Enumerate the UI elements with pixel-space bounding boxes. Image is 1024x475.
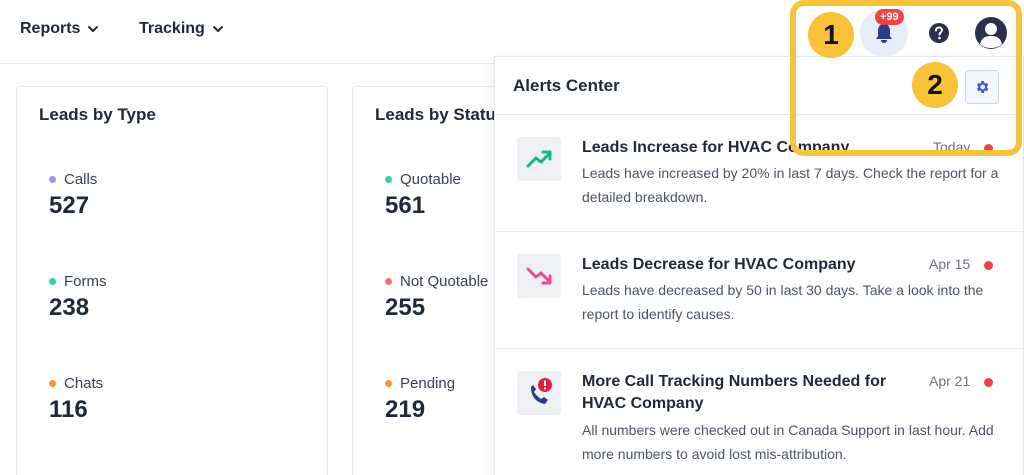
alert-body: Leads have increased by 20% in last 7 da… xyxy=(582,165,999,205)
stat-label: Not Quotable xyxy=(400,273,489,290)
alert-body: All numbers were checked out in Canada S… xyxy=(582,422,994,462)
user-avatar-icon xyxy=(975,17,1007,49)
alerts-title: Alerts Center xyxy=(513,76,620,95)
alert-date: Today xyxy=(933,139,971,155)
chevron-down-icon xyxy=(212,26,223,32)
stat-not-quotable: Not Quotable 255 xyxy=(385,273,488,322)
stat-quotable: Quotable 561 xyxy=(385,171,461,220)
forms-dot xyxy=(49,278,56,285)
alert-date: Apr 15 xyxy=(929,256,971,272)
alert-item[interactable]: Leads Increase for HVAC Company Today Le… xyxy=(495,115,1024,232)
stat-label: Forms xyxy=(64,273,107,290)
unread-dot xyxy=(984,261,993,270)
stat-value: 116 xyxy=(49,396,88,423)
alert-settings-button[interactable] xyxy=(965,70,999,104)
chats-dot xyxy=(49,380,56,387)
alert-item[interactable]: More Call Tracking Numbers Needed for HV… xyxy=(495,349,1024,475)
notification-badge: +99 xyxy=(875,9,904,25)
stat-label: Pending xyxy=(400,375,456,392)
stat-value: 238 xyxy=(49,294,90,321)
stat-label: Calls xyxy=(64,171,98,188)
alert-item[interactable]: Leads Decrease for HVAC Company Apr 15 L… xyxy=(495,232,1024,349)
alert-title: Leads Decrease for HVAC Company xyxy=(582,256,856,273)
not-quotable-dot xyxy=(385,278,392,285)
nav-tracking-menu[interactable]: Tracking xyxy=(139,20,225,38)
trending-up-icon xyxy=(517,137,561,181)
profile-button[interactable] xyxy=(972,14,1010,52)
card-title: Leads by Type xyxy=(39,105,156,124)
unread-dot xyxy=(984,378,993,387)
callout-2: 2 xyxy=(912,62,958,108)
stat-label: Quotable xyxy=(400,171,461,188)
stat-calls: Calls 527 xyxy=(49,171,97,220)
stat-chats: Chats 116 xyxy=(49,375,103,424)
unread-dot xyxy=(984,144,993,153)
alert-title: More Call Tracking Numbers Needed for HV… xyxy=(582,373,887,412)
alert-body: Leads have decreased by 50 in last 30 da… xyxy=(582,282,984,322)
phone-alert-icon xyxy=(517,371,561,415)
stat-value: 255 xyxy=(385,294,426,321)
card-title: Leads by Status xyxy=(375,105,506,124)
quotable-dot xyxy=(385,176,392,183)
alerts-center-panel: Alerts Center Leads Increase for HVAC Co… xyxy=(494,56,1024,475)
leads-by-type-card: Leads by Type Calls 527 Forms 238 Chats … xyxy=(16,86,328,475)
trending-down-icon xyxy=(517,254,561,298)
stat-value: 561 xyxy=(385,192,426,219)
chevron-down-icon xyxy=(88,26,99,32)
callout-1: 1 xyxy=(808,12,854,58)
nav-reports-label: Reports xyxy=(20,20,81,37)
stat-value: 219 xyxy=(385,396,426,423)
pending-dot xyxy=(385,380,392,387)
nav-reports-menu[interactable]: Reports xyxy=(20,20,100,38)
gear-icon xyxy=(977,81,989,93)
stat-pending: Pending 219 xyxy=(385,375,455,424)
help-button[interactable] xyxy=(924,18,954,48)
stat-label: Chats xyxy=(64,375,104,392)
bell-icon xyxy=(876,24,892,43)
help-icon xyxy=(929,23,949,43)
stat-value: 527 xyxy=(49,192,90,219)
alert-title: Leads Increase for HVAC Company xyxy=(582,139,850,156)
alert-date: Apr 21 xyxy=(929,373,971,389)
nav-tracking-label: Tracking xyxy=(139,20,205,37)
calls-dot xyxy=(49,176,56,183)
stat-forms: Forms 238 xyxy=(49,273,107,322)
page: Reports Tracking Leads by Type Calls 527… xyxy=(0,0,1024,475)
